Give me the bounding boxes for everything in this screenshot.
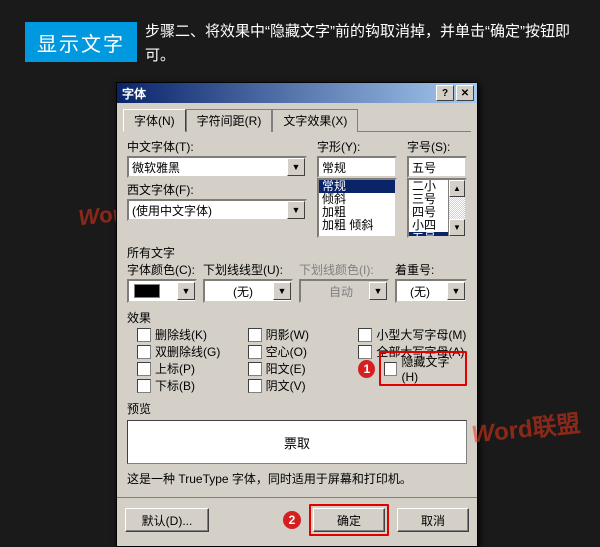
tab-effects[interactable]: 文字效果(X) — [272, 109, 358, 132]
chk-label: 上标(P) — [155, 360, 195, 377]
list-item[interactable]: 加粗 倾斜 — [319, 219, 395, 232]
chk-label: 阳文(E) — [266, 360, 306, 377]
chevron-down-icon[interactable]: ▼ — [287, 201, 305, 219]
size-input[interactable]: 五号 — [407, 156, 467, 178]
dialog-title: 字体 — [120, 85, 434, 102]
underline-combo[interactable]: (无) ▼ — [203, 279, 293, 303]
west-font-combo[interactable]: (使用中文字体) ▼ — [127, 199, 307, 221]
preview-text: 票取 — [284, 433, 310, 452]
chk-emboss[interactable] — [248, 362, 262, 376]
tabs: 字体(N) 字符间距(R) 文字效果(X) — [123, 108, 471, 132]
style-list[interactable]: 常规 倾斜 加粗 加粗 倾斜 — [317, 178, 397, 238]
chevron-down-icon[interactable]: ▼ — [447, 282, 465, 300]
chevron-down-icon[interactable]: ▼ — [273, 282, 291, 300]
chevron-down-icon: ▼ — [369, 282, 387, 300]
scroll-up-icon[interactable]: ▲ — [449, 180, 465, 197]
chk-super[interactable] — [137, 362, 151, 376]
ok-button[interactable]: 确定 — [313, 508, 385, 532]
close-button[interactable]: ✕ — [456, 85, 474, 101]
underline-label: 下划线线型(U): — [203, 261, 293, 278]
marker-2: 2 — [283, 511, 301, 529]
chevron-down-icon[interactable]: ▼ — [177, 282, 195, 300]
tab-spacing[interactable]: 字符间距(R) — [186, 109, 273, 132]
cancel-button[interactable]: 取消 — [397, 508, 469, 532]
chk-sub[interactable] — [137, 379, 151, 393]
west-font-value: (使用中文字体) — [132, 202, 212, 219]
default-button[interactable]: 默认(D)... — [125, 508, 209, 532]
size-list[interactable]: 二小 三号 四号 小四 五号 ▲ ▼ — [407, 178, 467, 238]
chk-label: 删除线(K) — [155, 326, 207, 343]
watermark: Word联盟 — [469, 403, 581, 449]
font-dialog: 字体 ? ✕ 字体(N) 字符间距(R) 文字效果(X) 中文字体(T): 微软… — [116, 82, 478, 547]
chk-outline[interactable] — [248, 345, 262, 359]
ulcolor-value: 自动 — [304, 283, 353, 300]
font-note: 这是一种 TrueType 字体，同时适用于屏幕和打印机。 — [127, 470, 467, 487]
color-label: 字体颜色(C): — [127, 261, 197, 278]
color-swatch — [134, 284, 160, 298]
emphasis-label: 着重号: — [395, 261, 467, 278]
scrollbar[interactable]: ▲ ▼ — [448, 180, 465, 236]
titlebar: 字体 ? ✕ — [117, 83, 477, 103]
chk-shadow[interactable] — [248, 328, 262, 342]
size-label: 字号(S): — [407, 138, 467, 155]
style-input[interactable]: 常规 — [317, 156, 397, 178]
style-label: 字形(Y): — [317, 138, 397, 155]
cn-font-label: 中文字体(T): — [127, 138, 307, 155]
chk-hidden[interactable] — [384, 362, 397, 376]
preview-label: 预览 — [127, 400, 467, 417]
chk-dblstrike[interactable] — [137, 345, 151, 359]
step-banner: 显示文字 — [25, 22, 137, 62]
chk-label: 阴文(V) — [266, 377, 306, 394]
chk-label: 空心(O) — [266, 343, 307, 360]
chk-allcaps[interactable] — [358, 345, 372, 359]
chk-engrave[interactable] — [248, 379, 262, 393]
tab-font[interactable]: 字体(N) — [123, 109, 186, 132]
chk-label: 下标(B) — [155, 377, 195, 394]
cn-font-value: 微软雅黑 — [132, 159, 180, 176]
step-instruction: 步骤二、将效果中“隐藏文字”前的钩取消掉，并单击“确定”按钮即可。 — [145, 20, 575, 68]
chk-label: 双删除线(G) — [155, 343, 220, 360]
emphasis-value: (无) — [400, 283, 430, 300]
underline-value: (无) — [208, 283, 253, 300]
west-font-label: 西文字体(F): — [127, 181, 307, 198]
allfonts-label: 所有文字 — [127, 244, 467, 261]
help-button[interactable]: ? — [436, 85, 454, 101]
chk-label: 小型大写字母(M) — [376, 326, 466, 343]
chevron-down-icon[interactable]: ▼ — [287, 158, 305, 176]
chk-strike[interactable] — [137, 328, 151, 342]
chk-label-hidden: 隐藏文字(H) — [401, 353, 462, 384]
scroll-down-icon[interactable]: ▼ — [449, 219, 465, 236]
cn-font-combo[interactable]: 微软雅黑 ▼ — [127, 156, 307, 178]
effects-label: 效果 — [127, 309, 467, 326]
ulcolor-combo: 自动 ▼ — [299, 279, 389, 303]
marker-1: 1 — [358, 360, 375, 378]
dialog-footer: 默认(D)... 2 确定 取消 — [117, 498, 477, 546]
preview-box: 票取 — [127, 420, 467, 464]
emphasis-combo[interactable]: (无) ▼ — [395, 279, 467, 303]
chk-smallcaps[interactable] — [358, 328, 372, 342]
chk-label: 阴影(W) — [266, 326, 309, 343]
color-combo[interactable]: ▼ — [127, 279, 197, 303]
ulcolor-label: 下划线颜色(I): — [299, 261, 389, 278]
